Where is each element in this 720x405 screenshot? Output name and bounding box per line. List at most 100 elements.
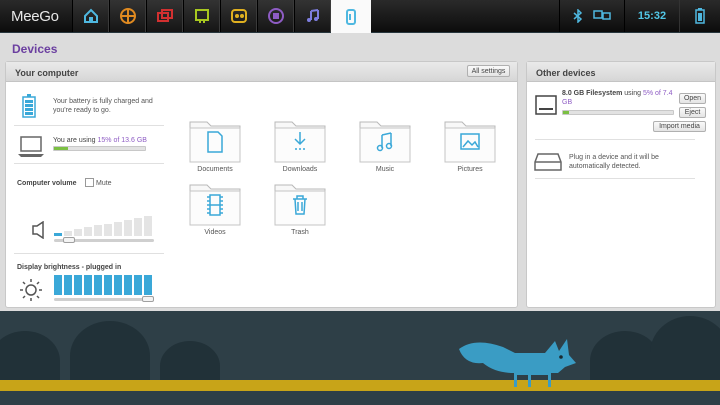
devices-zone-button[interactable] [331, 0, 371, 34]
level-bar [124, 220, 132, 236]
storage-bar-fill [54, 147, 68, 150]
level-bar [64, 275, 72, 295]
level-bar [94, 225, 102, 236]
drive-placeholder-icon [534, 153, 562, 171]
battery-full-icon [22, 94, 36, 118]
top-panel: MeeGo 15:32 [0, 0, 720, 34]
laptop-icon [18, 136, 44, 157]
pasteboard-zone-button[interactable] [257, 0, 294, 32]
brightness-slider[interactable] [54, 296, 154, 302]
level-bar [144, 275, 152, 295]
import-media-button[interactable]: Import media [653, 121, 706, 132]
divider [535, 139, 695, 140]
display-icon[interactable] [593, 9, 611, 23]
open-button[interactable]: Open [679, 93, 706, 104]
folder-label: Trash [291, 229, 309, 236]
folder-icon [274, 184, 326, 226]
level-bar [94, 275, 102, 295]
fox-mascot-illustration [459, 339, 576, 387]
status-area: 15:32 [559, 0, 720, 32]
divider [14, 163, 164, 164]
level-bar [84, 275, 92, 295]
volume-slider-handle[interactable] [62, 237, 75, 243]
level-bar [54, 233, 62, 236]
your-computer-header: Your computer [15, 68, 79, 78]
level-bar [54, 275, 62, 295]
folder-documents[interactable] [189, 119, 241, 163]
folder-label: Music [375, 166, 395, 173]
battery-status-button[interactable] [680, 0, 720, 32]
all-settings-button[interactable]: All settings [467, 65, 510, 77]
volume-slider[interactable] [54, 237, 154, 243]
volume-label: Computer volume [17, 180, 77, 187]
brightness-slider-handle[interactable] [142, 296, 154, 302]
music-zone-button[interactable] [294, 0, 331, 32]
level-bar [134, 275, 142, 295]
status-zone-button[interactable] [109, 0, 146, 32]
filesystem-bar [562, 110, 674, 115]
internet-zone-button[interactable] [183, 0, 220, 32]
divider [535, 178, 695, 179]
level-bar [104, 275, 112, 295]
other-devices-header: Other devices [527, 62, 715, 82]
filesystem-name: 8.0 GB Filesystem [562, 90, 623, 97]
music-icon [306, 9, 319, 22]
level-bar [74, 229, 82, 236]
level-bar [64, 231, 72, 236]
level-bar [124, 275, 132, 295]
folder-pictures[interactable] [444, 119, 496, 163]
mute-checkbox[interactable] [85, 178, 94, 187]
pasteboard-icon [267, 8, 284, 24]
clock[interactable]: 15:32 [624, 0, 680, 32]
people-icon [156, 9, 173, 22]
level-bar [114, 222, 122, 236]
internet-icon [194, 9, 209, 23]
folder-trash[interactable] [274, 182, 326, 226]
media-zone-button[interactable] [220, 0, 257, 32]
mute-label: Mute [96, 180, 112, 187]
speaker-icon [32, 221, 44, 239]
folder-icon [274, 121, 326, 163]
folder-icon [359, 121, 411, 163]
myzone-button[interactable] [72, 0, 109, 32]
level-bar [144, 216, 152, 236]
eject-button[interactable]: Eject [679, 107, 706, 118]
brightness-sun-icon [20, 279, 42, 301]
battery-icon [695, 8, 705, 24]
wallpaper [0, 311, 720, 405]
people-zone-button[interactable] [146, 0, 183, 32]
folder-music[interactable] [359, 119, 411, 163]
divider [14, 125, 164, 126]
folder-label: Pictures [457, 166, 483, 173]
filesystem-using: using [624, 90, 641, 97]
level-bar [74, 275, 82, 295]
bluetooth-icon[interactable] [573, 9, 583, 23]
level-bar [134, 218, 142, 236]
filesystem-bar-fill [563, 111, 569, 114]
level-bar [84, 227, 92, 236]
home-icon [83, 8, 98, 23]
other-devices-panel: Other devices 8.0 GB Filesystem using 5%… [526, 61, 716, 308]
media-icon [230, 9, 247, 23]
status-icon [119, 8, 136, 24]
storage-prefix: You are using [53, 137, 96, 144]
level-bar [104, 224, 112, 236]
devices-icon [346, 9, 356, 25]
your-computer-panel: Your computer All settings Your battery … [5, 61, 518, 308]
devices-panel: Devices Your computer All settings Your … [0, 33, 720, 311]
folder-icon [444, 121, 496, 163]
folder-downloads[interactable] [274, 119, 326, 163]
folder-label: Videos [204, 229, 226, 236]
plug-device-hint: Plug in a device and it will be automati… [569, 154, 659, 170]
folder-icon [189, 184, 241, 226]
meego-logo: MeeGo [11, 7, 59, 25]
battery-status-text: Your battery is fully charged and you're… [53, 98, 153, 114]
folder-label: Documents [197, 166, 233, 173]
external-drive-icon [535, 95, 557, 115]
storage-usage: 15% of 13.6 GB [97, 137, 147, 144]
divider [14, 253, 164, 254]
folder-videos[interactable] [189, 182, 241, 226]
level-bar [114, 275, 122, 295]
storage-bar [53, 146, 146, 151]
folder-label: Downloads [282, 166, 318, 173]
